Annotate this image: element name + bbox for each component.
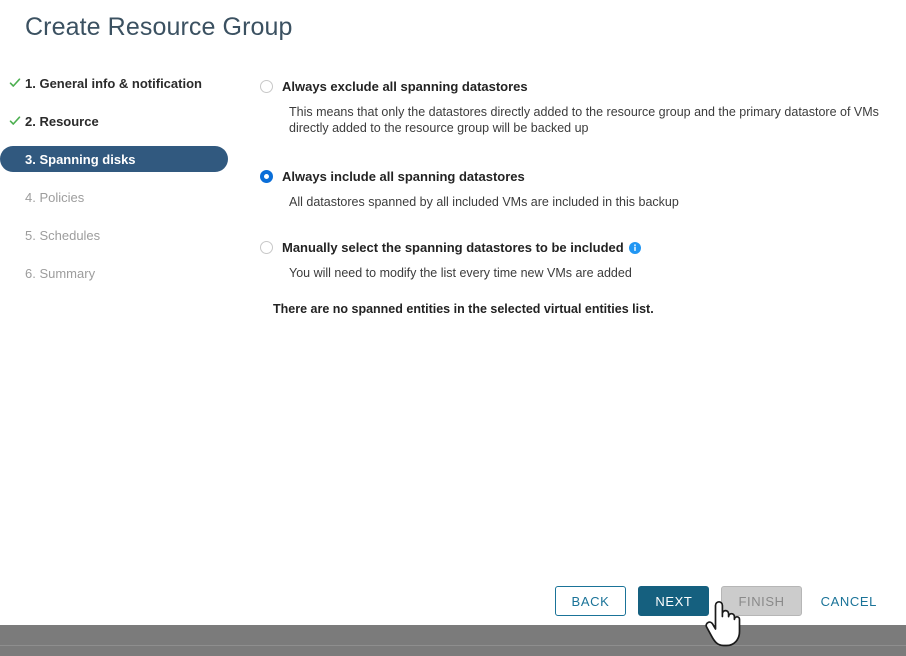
sidebar-item-label: 2. Resource bbox=[25, 113, 99, 129]
page-title: Create Resource Group bbox=[25, 13, 293, 41]
bottom-bar-divider bbox=[0, 645, 906, 646]
option-description: This means that only the datastores dire… bbox=[289, 105, 879, 135]
step-spacer bbox=[0, 248, 240, 260]
option-label: Manually select the spanning datastores … bbox=[282, 239, 641, 256]
wizard-step-list: 1. General info & notification 2. Resour… bbox=[0, 70, 240, 286]
radio-always-include[interactable] bbox=[260, 170, 273, 183]
option-gap bbox=[260, 136, 886, 168]
step-spacer bbox=[0, 210, 240, 222]
sidebar-item-resource[interactable]: 2. Resource bbox=[0, 108, 240, 134]
step-spacer bbox=[0, 96, 240, 108]
check-icon bbox=[9, 115, 21, 127]
radio-manually-select[interactable] bbox=[260, 241, 273, 254]
option-manually-select[interactable]: Manually select the spanning datastores … bbox=[260, 239, 886, 281]
sidebar-item-label: 6. Summary bbox=[25, 265, 96, 281]
sidebar-item-general-info[interactable]: 1. General info & notification bbox=[0, 70, 240, 96]
sidebar-item-policies: 4. Policies bbox=[0, 184, 240, 210]
sidebar-item-schedules: 5. Schedules bbox=[0, 222, 240, 248]
option-gap bbox=[260, 210, 886, 239]
sidebar-item-label: 3. Spanning disks bbox=[25, 151, 136, 167]
option-description: All datastores spanned by all included V… bbox=[289, 195, 679, 209]
wizard-footer: BACK NEXT FINISH CANCEL bbox=[554, 586, 884, 616]
notice-gap bbox=[260, 281, 886, 302]
next-button[interactable]: NEXT bbox=[638, 586, 710, 616]
option-always-include[interactable]: Always include all spanning datastores A… bbox=[260, 168, 886, 210]
option-header[interactable]: Manually select the spanning datastores … bbox=[260, 239, 886, 257]
radio-always-exclude[interactable] bbox=[260, 80, 273, 93]
option-always-exclude[interactable]: Always exclude all spanning datastores T… bbox=[260, 78, 886, 136]
no-spanned-entities-notice: There are no spanned entities in the sel… bbox=[273, 302, 654, 316]
info-icon[interactable] bbox=[628, 241, 641, 254]
spanning-disks-options: Always exclude all spanning datastores T… bbox=[260, 78, 886, 316]
sidebar-item-label: 5. Schedules bbox=[25, 227, 101, 243]
step-spacer bbox=[0, 172, 240, 184]
option-label: Always exclude all spanning datastores bbox=[282, 79, 528, 94]
sidebar-item-summary: 6. Summary bbox=[0, 260, 240, 286]
option-header[interactable]: Always include all spanning datastores bbox=[260, 168, 886, 186]
bottom-bar bbox=[0, 625, 906, 656]
sidebar-item-label: 1. General info & notification bbox=[25, 75, 202, 91]
check-icon bbox=[9, 77, 21, 89]
back-button[interactable]: BACK bbox=[554, 586, 627, 616]
step-spacer bbox=[0, 134, 240, 146]
create-resource-group-wizard: Create Resource Group 1. General info & … bbox=[0, 0, 906, 625]
finish-button: FINISH bbox=[721, 586, 802, 616]
sidebar-item-spanning-disks[interactable]: 3. Spanning disks bbox=[0, 146, 228, 172]
option-label: Always include all spanning datastores bbox=[282, 169, 525, 184]
option-header[interactable]: Always exclude all spanning datastores bbox=[260, 78, 886, 96]
option-label-text: Manually select the spanning datastores … bbox=[282, 240, 624, 255]
sidebar-item-label: 4. Policies bbox=[25, 189, 85, 205]
cancel-button[interactable]: CANCEL bbox=[814, 586, 884, 616]
option-description: You will need to modify the list every t… bbox=[289, 266, 632, 280]
